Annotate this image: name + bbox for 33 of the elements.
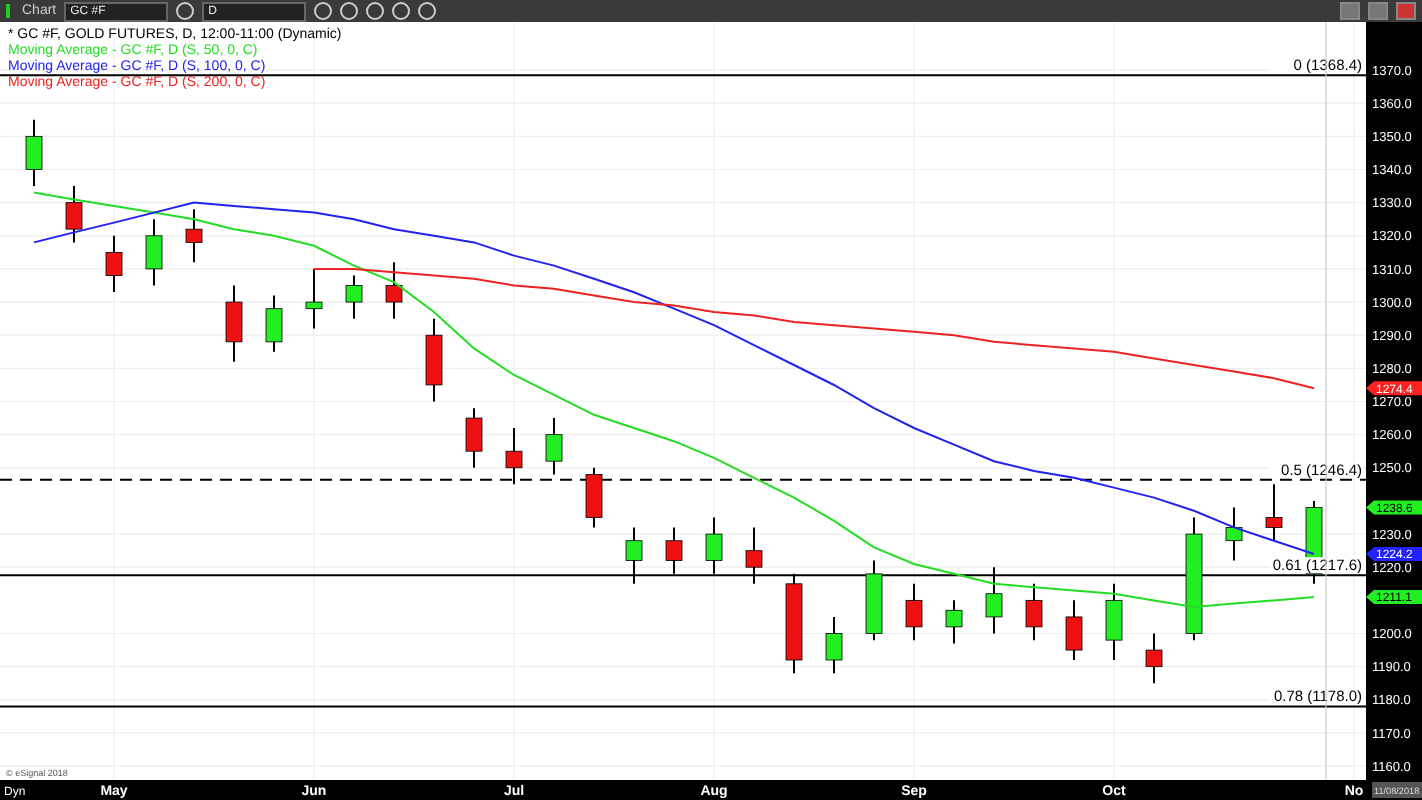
candlestick: [585, 466, 603, 529]
candlestick: [1265, 483, 1283, 542]
candlestick: [825, 615, 843, 675]
candlestick: [505, 427, 523, 486]
candlestick: [185, 208, 203, 264]
candlestick: [305, 267, 323, 330]
candlestick: [1025, 582, 1043, 642]
candlestick: [945, 599, 963, 645]
candlestick: [25, 118, 43, 188]
candlestick: [905, 582, 923, 642]
candlestick: [1145, 632, 1163, 685]
candlestick: [425, 317, 443, 403]
candlestick: [865, 559, 883, 642]
candlestick: [1185, 516, 1203, 642]
candlestick: [705, 516, 723, 575]
candlestick: [105, 234, 123, 294]
candlestick: [345, 274, 363, 320]
candlestick: [785, 572, 803, 675]
candlestick: [65, 185, 83, 244]
candlestick: [545, 417, 563, 476]
candlestick: [465, 407, 483, 469]
candlestick: [745, 526, 763, 585]
candlestick: [985, 566, 1003, 635]
candlestick: [665, 526, 683, 575]
candlestick: [225, 284, 243, 363]
candlestick: [265, 294, 283, 353]
candlestick: [145, 218, 163, 287]
candlestick: [1065, 599, 1083, 661]
candlestick: [1105, 582, 1123, 661]
candlestick: [625, 526, 643, 585]
circle-icon[interactable]: [418, 2, 437, 20]
candlestick: [1225, 506, 1243, 562]
candlestick: [385, 261, 403, 320]
